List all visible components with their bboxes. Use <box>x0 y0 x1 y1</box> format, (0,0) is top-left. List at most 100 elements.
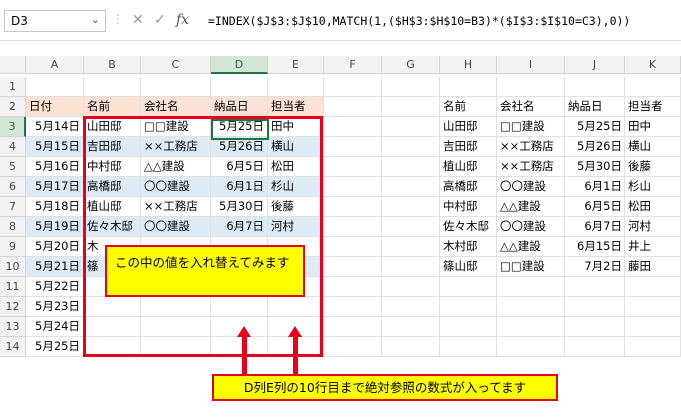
column-header-g[interactable]: G <box>382 56 440 74</box>
grid-cell[interactable] <box>382 337 440 357</box>
grid-cell[interactable] <box>324 197 382 217</box>
right-table-cell[interactable]: 井上 <box>625 237 681 257</box>
grid-cell[interactable] <box>625 77 681 97</box>
left-table-header[interactable]: 日付 <box>26 97 84 117</box>
grid-cell[interactable] <box>382 317 440 337</box>
grid-cell[interactable] <box>497 317 565 337</box>
grid-cell[interactable] <box>382 177 440 197</box>
column-header-i[interactable]: I <box>497 56 565 74</box>
grid-cell[interactable] <box>268 77 324 97</box>
grid-cell[interactable] <box>440 277 497 297</box>
right-table-cell[interactable]: □□建設 <box>497 257 565 277</box>
grid-cell[interactable] <box>565 277 625 297</box>
right-table-header[interactable]: 納品日 <box>565 97 625 117</box>
column-header-j[interactable]: J <box>565 56 625 74</box>
right-table-cell[interactable]: 5月30日 <box>565 157 625 177</box>
grid-cell[interactable] <box>497 277 565 297</box>
grid-cell[interactable] <box>565 317 625 337</box>
left-table-cell[interactable]: 5月14日 <box>26 117 84 137</box>
chevron-down-icon[interactable]: ⌄ <box>91 13 100 26</box>
grid-cell[interactable] <box>625 317 681 337</box>
grid-cell[interactable] <box>324 137 382 157</box>
grid-cell[interactable] <box>382 117 440 137</box>
left-table-cell[interactable]: 5月23日 <box>26 297 84 317</box>
right-table-cell[interactable]: 6月1日 <box>565 177 625 197</box>
grid-cell[interactable] <box>382 137 440 157</box>
grid-cell[interactable] <box>324 177 382 197</box>
left-table-cell[interactable]: 5月25日 <box>26 337 84 357</box>
grid-cell[interactable] <box>324 77 382 97</box>
grid-cell[interactable] <box>324 257 382 277</box>
row-header-2[interactable]: 2 <box>0 97 26 117</box>
grid-cell[interactable] <box>211 77 268 97</box>
grid-cell[interactable] <box>324 317 382 337</box>
grid-cell[interactable] <box>565 297 625 317</box>
right-table-cell[interactable]: ××工務店 <box>497 137 565 157</box>
left-table-cell[interactable]: 5月21日 <box>26 257 84 277</box>
right-table-header[interactable]: 名前 <box>440 97 497 117</box>
grid-cell[interactable] <box>497 297 565 317</box>
row-header-14[interactable]: 14 <box>0 337 26 357</box>
grid-cell[interactable] <box>440 77 497 97</box>
grid-cell[interactable] <box>565 337 625 357</box>
right-table-cell[interactable]: 〇〇建設 <box>497 177 565 197</box>
grid-cell[interactable] <box>324 157 382 177</box>
grid-cell[interactable] <box>625 277 681 297</box>
row-header-10[interactable]: 10 <box>0 257 26 277</box>
right-table-cell[interactable]: 河村 <box>625 217 681 237</box>
grid-cell[interactable] <box>625 337 681 357</box>
row-header-8[interactable]: 8 <box>0 217 26 237</box>
column-header-e[interactable]: E <box>268 56 324 74</box>
right-table-cell[interactable]: 高橋邸 <box>440 177 497 197</box>
grid-cell[interactable] <box>382 217 440 237</box>
right-table-cell[interactable]: 杉山 <box>625 177 681 197</box>
right-table-cell[interactable]: 中村邸 <box>440 197 497 217</box>
row-header-9[interactable]: 9 <box>0 237 26 257</box>
row-header-5[interactable]: 5 <box>0 157 26 177</box>
row-header-12[interactable]: 12 <box>0 297 26 317</box>
row-header-4[interactable]: 4 <box>0 137 26 157</box>
grid-cell[interactable] <box>625 297 681 317</box>
right-table-cell[interactable]: 5月25日 <box>565 117 625 137</box>
grid-cell[interactable] <box>440 297 497 317</box>
left-table-header[interactable]: 会社名 <box>141 97 211 117</box>
left-table-header[interactable]: 名前 <box>84 97 141 117</box>
right-table-cell[interactable]: 山田邸 <box>440 117 497 137</box>
formula-input[interactable]: =INDEX($J$3:$J$10,MATCH(1,($H$3:$H$10=B3… <box>208 10 681 32</box>
enter-icon[interactable]: ✓ <box>154 12 166 28</box>
right-table-cell[interactable]: 6月7日 <box>565 217 625 237</box>
left-table-cell[interactable]: 5月22日 <box>26 277 84 297</box>
grid-cell[interactable] <box>324 277 382 297</box>
row-header-1[interactable]: 1 <box>0 77 26 97</box>
right-table-cell[interactable]: 藤田 <box>625 257 681 277</box>
right-table-header[interactable]: 担当者 <box>625 97 681 117</box>
column-header-a[interactable]: A <box>26 56 84 74</box>
grid-cell[interactable] <box>382 97 440 117</box>
left-table-cell[interactable]: 5月16日 <box>26 157 84 177</box>
name-box[interactable]: D3 ⌄ <box>4 10 106 32</box>
right-table-cell[interactable]: □□建設 <box>497 117 565 137</box>
grid-cell[interactable] <box>440 317 497 337</box>
row-header-13[interactable]: 13 <box>0 317 26 337</box>
cancel-icon[interactable]: ✕ <box>132 12 144 28</box>
grid-cell[interactable] <box>497 337 565 357</box>
left-table-cell[interactable]: 5月20日 <box>26 237 84 257</box>
grid-cell[interactable] <box>324 237 382 257</box>
right-table-cell[interactable]: 植山邸 <box>440 157 497 177</box>
right-table-cell[interactable]: △△建設 <box>497 197 565 217</box>
row-header-3[interactable]: 3 <box>0 117 26 137</box>
right-table-cell[interactable]: 6月5日 <box>565 197 625 217</box>
left-table-cell[interactable]: 5月19日 <box>26 217 84 237</box>
right-table-cell[interactable]: 後藤 <box>625 157 681 177</box>
row-header-6[interactable]: 6 <box>0 177 26 197</box>
grid-cell[interactable] <box>324 297 382 317</box>
grid-cell[interactable] <box>382 77 440 97</box>
grid-cell[interactable] <box>497 77 565 97</box>
right-table-cell[interactable]: 松田 <box>625 197 681 217</box>
column-header-f[interactable]: F <box>324 56 382 74</box>
right-table-cell[interactable]: 7月2日 <box>565 257 625 277</box>
right-table-cell[interactable]: 木村邸 <box>440 237 497 257</box>
column-header-k[interactable]: K <box>625 56 681 74</box>
grid-cell[interactable] <box>324 337 382 357</box>
right-table-cell[interactable]: 5月26日 <box>565 137 625 157</box>
